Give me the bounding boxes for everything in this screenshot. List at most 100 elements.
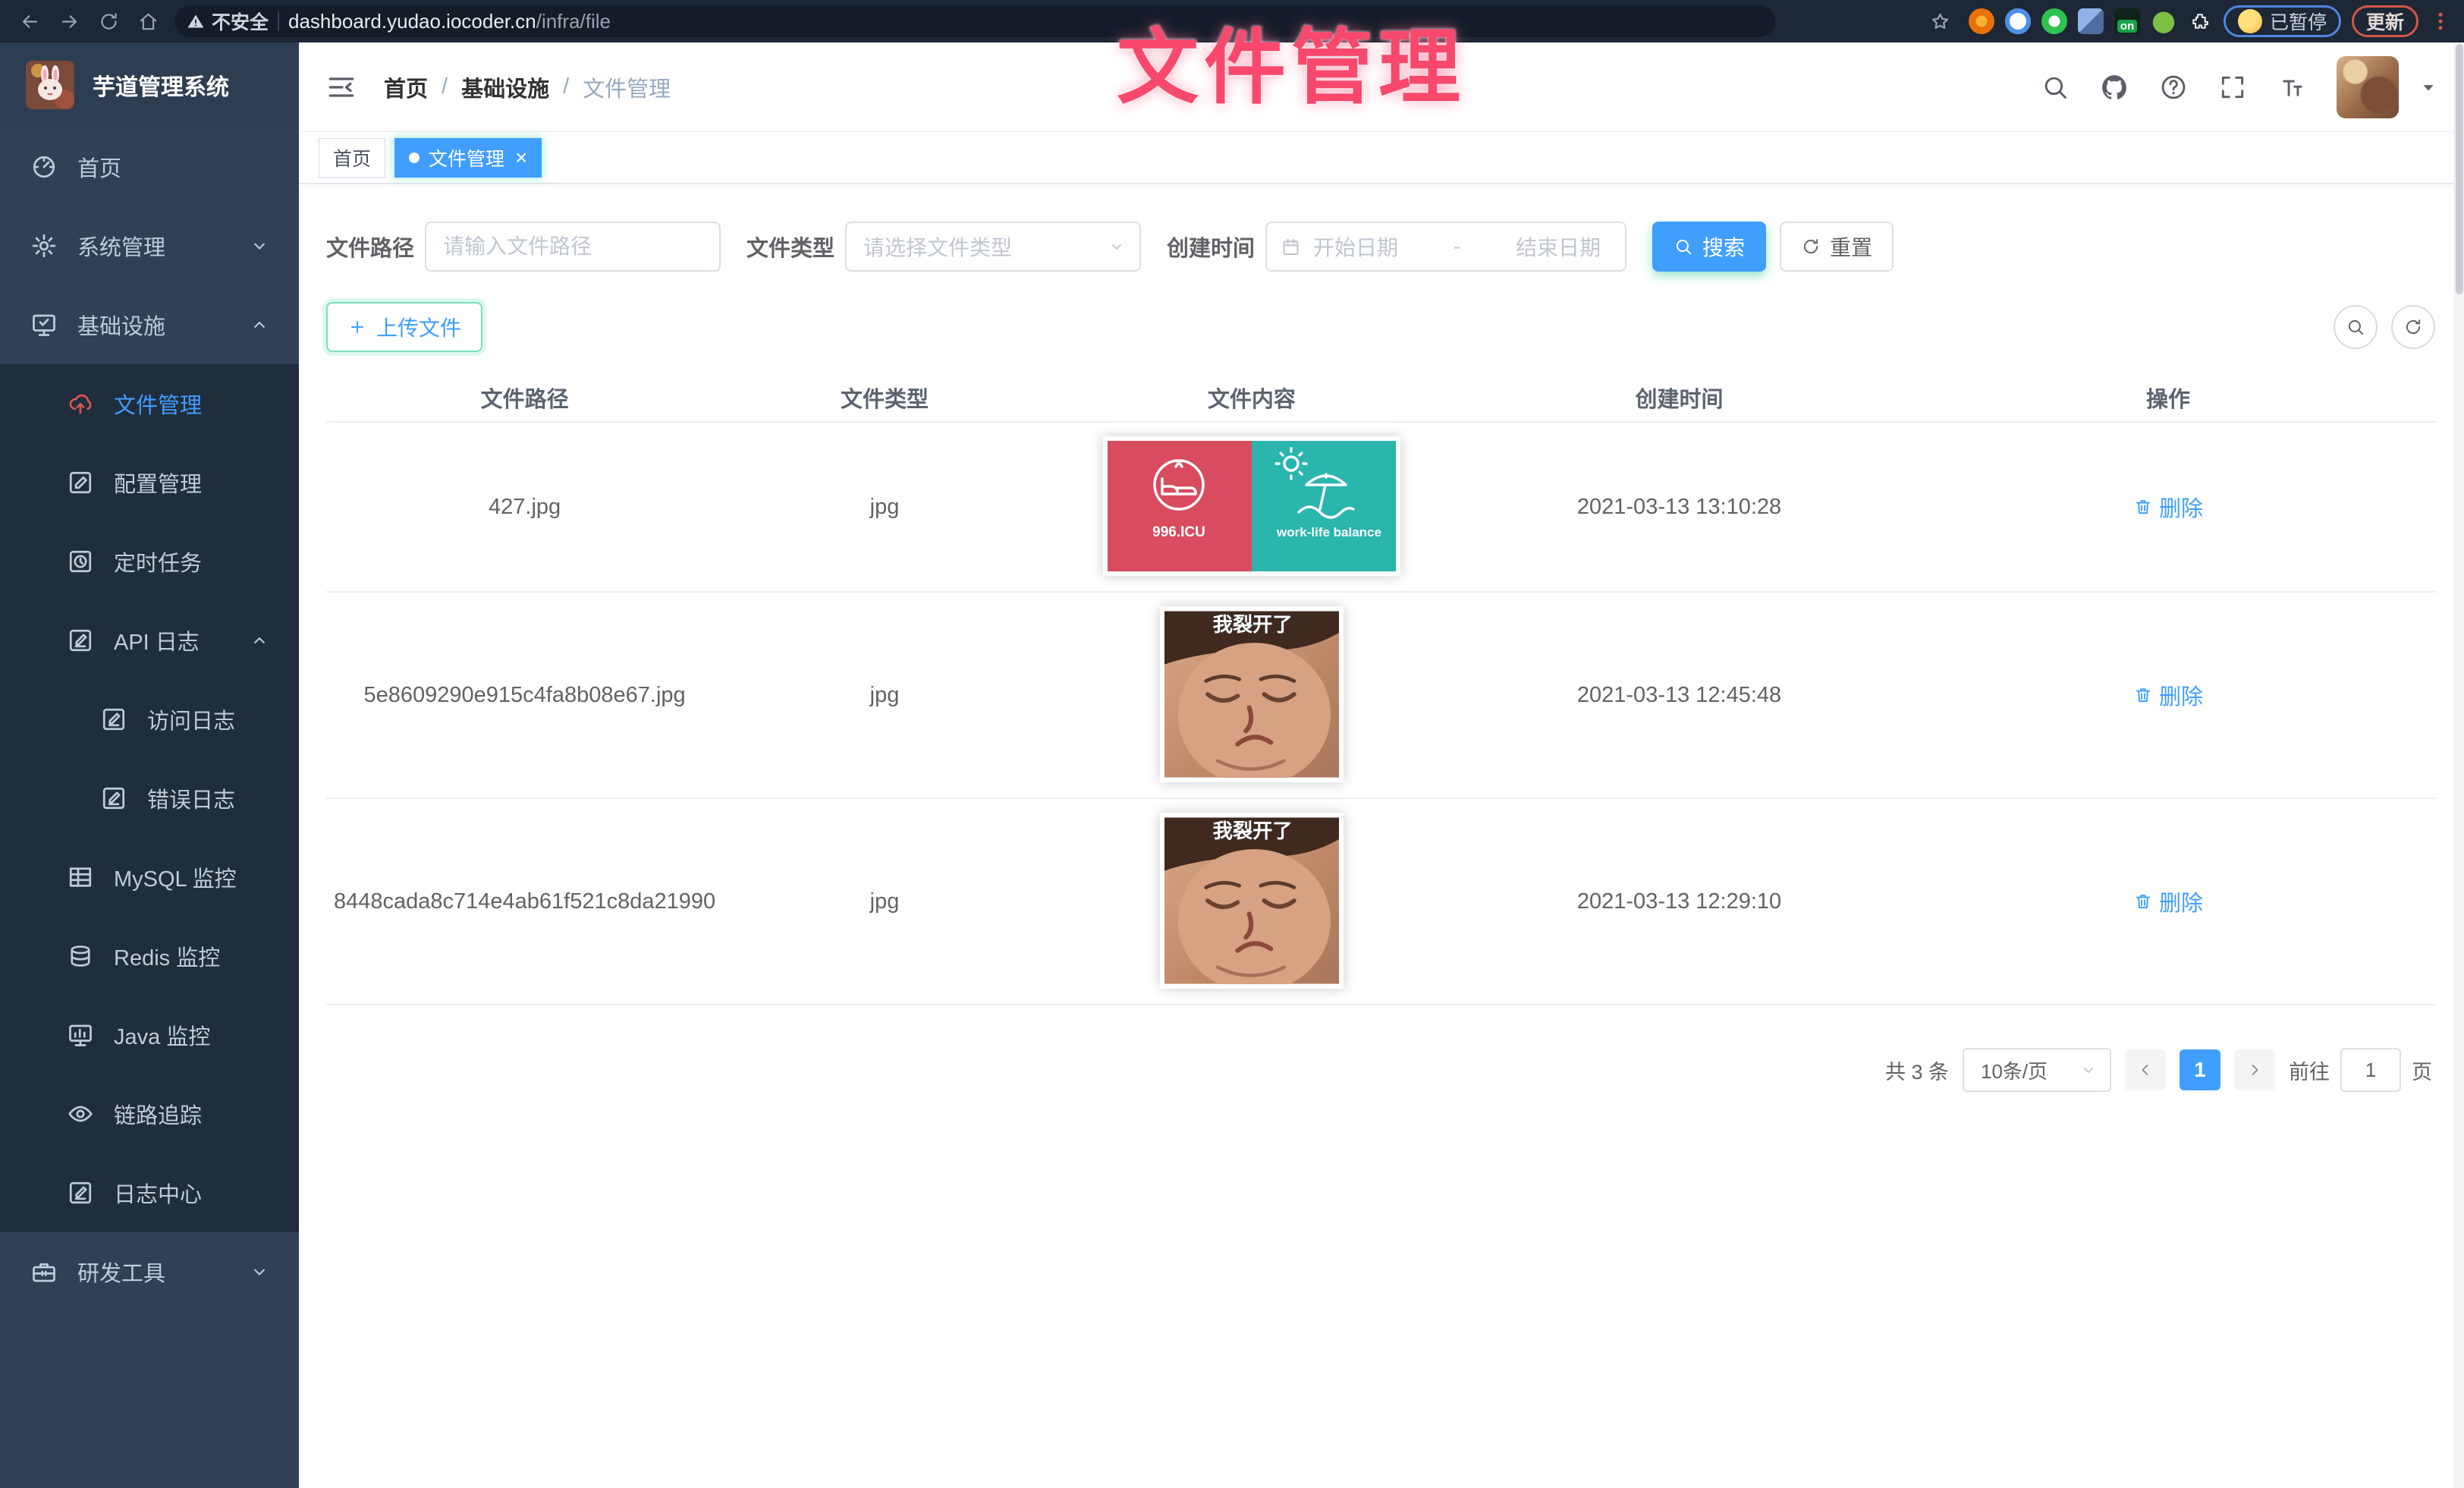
extension-on-badge: on	[2117, 20, 2137, 33]
extension-icon[interactable]	[2151, 8, 2176, 34]
table-row: 5e8609290e915c4fa8b08e67.jpg jpg	[326, 592, 2435, 798]
browser-back-icon[interactable]	[12, 5, 47, 38]
update-button[interactable]: 更新	[2352, 5, 2418, 37]
file-path-input[interactable]	[425, 222, 721, 272]
page-size-select[interactable]: 10条/页	[1963, 1048, 2111, 1092]
security-warning[interactable]: 不安全	[187, 8, 269, 35]
header-actions	[2041, 56, 2438, 118]
close-icon[interactable]: ×	[515, 147, 527, 168]
log-icon	[100, 785, 127, 812]
log-icon	[67, 627, 94, 654]
sidebar-item-mysql-monitor[interactable]: MySQL 监控	[0, 838, 299, 917]
page-number-button[interactable]: 1	[2180, 1049, 2220, 1090]
hamburger-icon[interactable]	[325, 71, 358, 104]
sidebar-item-api-log[interactable]: API 日志	[0, 601, 299, 680]
page-unit-label: 页	[2412, 1055, 2432, 1085]
browser-scrollbar[interactable]	[2454, 42, 2464, 1488]
upload-file-button[interactable]: 上传文件	[326, 302, 482, 352]
scrollbar-thumb[interactable]	[2456, 44, 2463, 294]
column-header-created: 创建时间	[1457, 373, 1901, 422]
file-type-label: 文件类型	[746, 231, 834, 263]
cell-file-type: jpg	[723, 422, 1046, 592]
monitor-icon	[30, 311, 58, 338]
profile-paused-badge[interactable]: 已暂停	[2224, 5, 2341, 37]
extension-icon[interactable]	[2078, 8, 2104, 34]
user-avatar[interactable]	[2337, 56, 2399, 118]
url-host: dashboard.yudao.iocoder.cn	[288, 10, 536, 33]
date-range-separator: -	[1410, 234, 1504, 259]
search-button[interactable]: 搜索	[1652, 222, 1766, 272]
next-page-button[interactable]	[2234, 1049, 2275, 1090]
github-icon[interactable]	[2100, 73, 2129, 102]
sidebar-item-java-monitor[interactable]: Java 监控	[0, 996, 299, 1074]
extension-icon[interactable]: on	[2114, 8, 2140, 34]
table-row: 427.jpg jpg	[326, 422, 2435, 592]
address-divider	[278, 11, 279, 31]
reset-button[interactable]: 重置	[1780, 222, 1894, 272]
tab-file-management[interactable]: 文件管理 ×	[394, 138, 542, 178]
address-bar[interactable]: 不安全 dashboard.yudao.iocoder.cn/infra/fil…	[174, 5, 1775, 37]
font-size-icon[interactable]	[2277, 73, 2306, 102]
warning-icon	[187, 12, 205, 30]
sidebar-item-system-management[interactable]: 系统管理	[0, 206, 299, 285]
active-tab-dot	[409, 153, 420, 163]
search-icon	[1674, 237, 1693, 256]
prev-page-button[interactable]	[2125, 1049, 2166, 1090]
file-preview-meme[interactable]: 我裂开了	[1160, 606, 1344, 782]
sidebar-item-redis-monitor[interactable]: Redis 监控	[0, 917, 299, 996]
refresh-table-button[interactable]	[2391, 305, 2435, 349]
extension-icon[interactable]	[1969, 8, 1994, 34]
sidebar-item-scheduled-tasks[interactable]: 定时任务	[0, 522, 299, 601]
cell-created: 2021-03-13 12:29:10	[1457, 798, 1901, 1005]
browser-reload-icon[interactable]	[91, 5, 126, 38]
file-preview-meme[interactable]: 我裂开了	[1160, 813, 1344, 989]
delete-button[interactable]: 删除	[2133, 886, 2203, 917]
dashboard-icon	[30, 153, 58, 181]
sidebar-item-home[interactable]: 首页	[0, 127, 299, 206]
tab-home[interactable]: 首页	[319, 138, 385, 178]
bookmark-star-icon[interactable]	[1923, 5, 1958, 38]
end-date-field[interactable]: 结束日期	[1516, 231, 1601, 262]
breadcrumb-infrastructure[interactable]: 基础设施	[461, 71, 549, 103]
app-logo-row[interactable]: 芋道管理系统	[0, 42, 299, 127]
column-header-file-content: 文件内容	[1046, 373, 1457, 422]
sidebar-item-config-management[interactable]: 配置管理	[0, 443, 299, 522]
extension-icon[interactable]	[2005, 8, 2031, 34]
sidebar-item-dev-tools[interactable]: 研发工具	[0, 1232, 299, 1311]
start-date-field[interactable]: 开始日期	[1313, 231, 1398, 262]
file-type-select[interactable]: 请选择文件类型	[845, 222, 1141, 272]
file-preview-996-banner[interactable]: 996.ICU work-life balance	[1103, 436, 1400, 576]
search-icon[interactable]	[2041, 73, 2070, 102]
edit-icon	[67, 469, 94, 496]
file-table: 文件路径 文件类型 文件内容 创建时间 操作 427.jpg jpg	[326, 373, 2435, 1005]
column-header-file-path: 文件路径	[326, 373, 723, 422]
fullscreen-icon[interactable]	[2218, 73, 2247, 102]
browser-menu-icon[interactable]	[2429, 10, 2452, 33]
sidebar-menu: 首页 系统管理 基础设施 文件管理 配置管理 定时任务 API 日志 访问日志 …	[0, 127, 299, 1311]
delete-button[interactable]: 删除	[2133, 491, 2203, 523]
extensions-puzzle-icon[interactable]	[2187, 8, 2213, 34]
calendar-icon	[1281, 237, 1301, 257]
sidebar-item-access-log[interactable]: 访问日志	[0, 680, 299, 759]
breadcrumb-home[interactable]: 首页	[384, 71, 428, 103]
browser-forward-icon[interactable]	[52, 5, 86, 38]
tags-view-bar: 首页 文件管理 ×	[299, 132, 2464, 184]
goto-page-input[interactable]	[2340, 1048, 2401, 1092]
column-header-actions: 操作	[1901, 373, 2435, 422]
browser-home-icon[interactable]	[130, 5, 165, 38]
sidebar-item-file-management[interactable]: 文件管理	[0, 364, 299, 443]
sidebar-item-trace[interactable]: 链路追踪	[0, 1074, 299, 1153]
sidebar-item-error-log[interactable]: 错误日志	[0, 759, 299, 838]
extension-icon[interactable]	[2041, 8, 2067, 34]
sidebar-item-log-center[interactable]: 日志中心	[0, 1153, 299, 1232]
delete-button[interactable]: 删除	[2133, 679, 2203, 711]
profile-avatar	[2238, 9, 2262, 33]
chevron-down-icon	[2079, 1061, 2098, 1079]
breadcrumb-separator: /	[563, 74, 569, 99]
app-logo	[26, 61, 74, 109]
caret-down-icon[interactable]	[2418, 77, 2438, 97]
help-icon[interactable]	[2159, 73, 2188, 102]
date-range-picker[interactable]: 开始日期 - 结束日期	[1265, 222, 1626, 272]
toggle-search-button[interactable]	[2334, 305, 2378, 349]
sidebar-item-infrastructure[interactable]: 基础设施	[0, 285, 299, 364]
